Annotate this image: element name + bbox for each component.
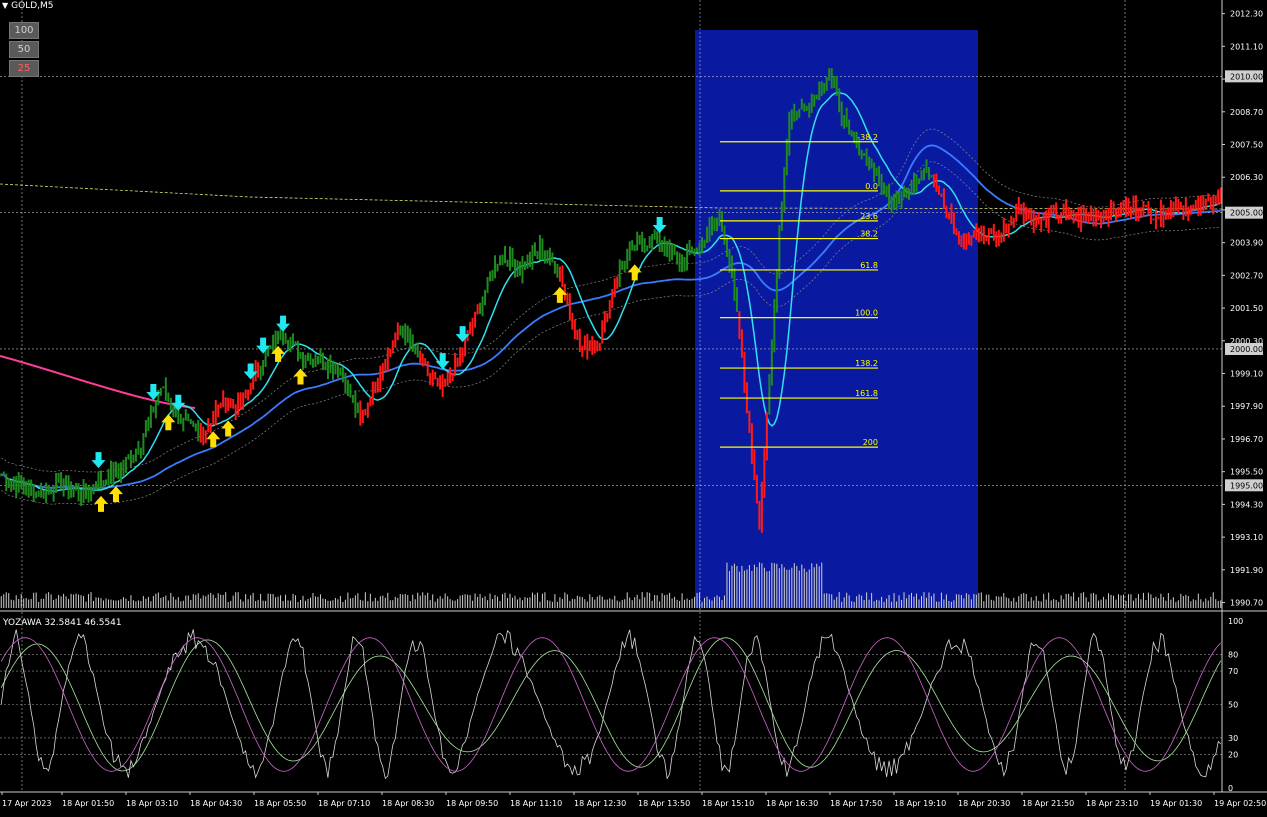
time-tick-label: 18 Apr 17:50 xyxy=(830,799,882,808)
time-tick-label: 18 Apr 07:10 xyxy=(318,799,370,808)
time-tick-label: 18 Apr 23:10 xyxy=(1086,799,1138,808)
price-tick-label: 2006.30 xyxy=(1230,173,1263,182)
price-tick-label: 1993.10 xyxy=(1230,533,1263,542)
time-tick-label: 18 Apr 15:10 xyxy=(702,799,754,808)
fib-label: 138.2 xyxy=(855,359,878,368)
fib-label: 161.8 xyxy=(855,389,878,398)
indicator-scale-label: 50 xyxy=(1228,701,1238,710)
chart-window[interactable]: -38.2 0.0 23.6 38.2 61.8 100.0 138.2 161.8 200 1… xyxy=(0,0,1267,813)
time-tick-label: 18 Apr 13:50 xyxy=(638,799,690,808)
price-tick-label: 1994.30 xyxy=(1230,500,1263,509)
indicator-label: YOZAWA 32.5841 46.5541 xyxy=(3,618,122,628)
price-tick-label: 2007.50 xyxy=(1230,141,1263,150)
fib-label: 23.6 xyxy=(860,212,878,221)
price-tick-label: 1999.10 xyxy=(1230,370,1263,379)
dropdown-triangle-icon[interactable]: ▼ xyxy=(2,1,8,10)
level-marker-label: 2005.00 xyxy=(1230,209,1263,218)
time-tick-label: 18 Apr 16:30 xyxy=(766,799,818,808)
price-tick-label: 1991.90 xyxy=(1230,566,1263,575)
price-tick-label: 1996.70 xyxy=(1230,435,1263,444)
symbol-title[interactable]: ▼ GOLD,M5 xyxy=(2,1,54,11)
time-tick-label: 19 Apr 02:50 xyxy=(1214,799,1266,808)
price-tick-label: 2011.10 xyxy=(1230,42,1263,51)
fib-label: 61.8 xyxy=(860,261,878,270)
time-tick-label: 19 Apr 01:30 xyxy=(1150,799,1202,808)
level-marker-label: 1995.00 xyxy=(1230,481,1263,490)
price-tick-label: 2008.70 xyxy=(1230,108,1263,117)
time-tick-label: 18 Apr 21:50 xyxy=(1022,799,1074,808)
indicator-scale-label: 80 xyxy=(1228,650,1238,659)
time-tick-label: 18 Apr 11:10 xyxy=(510,799,562,808)
level-100-button[interactable]: 100 xyxy=(9,22,39,39)
time-tick-label: 18 Apr 19:10 xyxy=(894,799,946,808)
time-tick-label: 18 Apr 09:50 xyxy=(446,799,498,808)
fib-label: 0.0 xyxy=(865,182,878,191)
price-tick-label: 2003.90 xyxy=(1230,239,1263,248)
time-tick-label: 18 Apr 05:50 xyxy=(254,799,306,808)
price-tick-label: 2002.70 xyxy=(1230,271,1263,280)
indicator-scale-label: 100 xyxy=(1228,617,1243,626)
price-tick-label: 1997.90 xyxy=(1230,402,1263,411)
indicator-scale-label: 30 xyxy=(1228,734,1238,743)
fib-label: 38.2 xyxy=(860,230,878,239)
fib-label: 200 xyxy=(863,438,878,447)
time-tick-label: 18 Apr 01:50 xyxy=(62,799,114,808)
level-50-button[interactable]: 50 xyxy=(9,41,39,58)
indicator-scale-label: 70 xyxy=(1228,667,1238,676)
time-tick-label: 18 Apr 12:30 xyxy=(574,799,626,808)
fib-label: 100.0 xyxy=(855,309,878,318)
level-25-button[interactable]: 25 xyxy=(9,60,39,77)
symbol-label: GOLD,M5 xyxy=(11,1,54,11)
level-marker-label: 2010.00 xyxy=(1230,72,1263,81)
fib-label: -38.2 xyxy=(857,133,878,142)
chart-canvas[interactable]: -38.2 0.0 23.6 38.2 61.8 100.0 138.2 161.8 200 1… xyxy=(0,0,1267,813)
level-marker-label: 2000.00 xyxy=(1230,345,1263,354)
time-tick-label: 18 Apr 04:30 xyxy=(190,799,242,808)
indicator-scale-label: 20 xyxy=(1228,751,1238,760)
time-tick-label: 18 Apr 08:30 xyxy=(382,799,434,808)
time-tick-label: 18 Apr 03:10 xyxy=(126,799,178,808)
price-tick-label: 2001.50 xyxy=(1230,304,1263,313)
highlight-region xyxy=(695,30,978,608)
time-tick-label: 17 Apr 2023 xyxy=(2,799,51,808)
price-tick-label: 2012.30 xyxy=(1230,10,1263,19)
price-tick-label: 1990.70 xyxy=(1230,599,1263,608)
time-tick-label: 18 Apr 20:30 xyxy=(958,799,1010,808)
price-tick-label: 1995.50 xyxy=(1230,468,1263,477)
